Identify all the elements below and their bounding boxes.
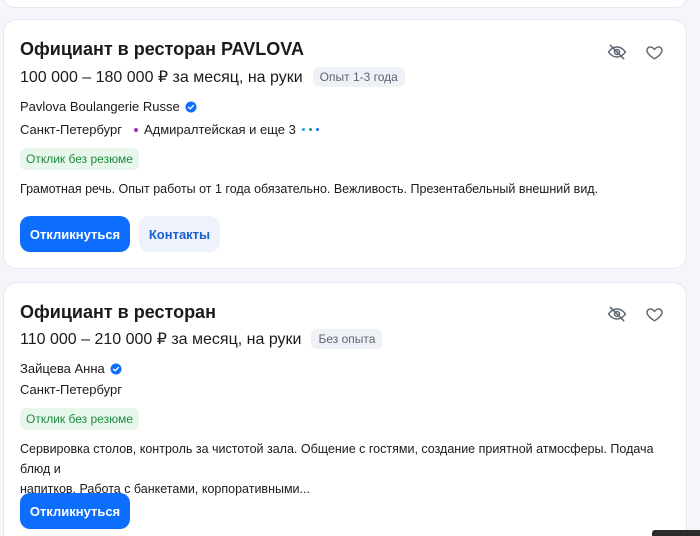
- respond-button[interactable]: Откликнуться: [20, 216, 130, 252]
- salary-row: 110 000 – 210 000 ₽ за месяц, на руки Бе…: [20, 329, 383, 349]
- vacancy-title[interactable]: Официант в ресторан: [20, 302, 216, 323]
- employer-name[interactable]: Pavlova Boulangerie Russe: [20, 99, 180, 114]
- location: Санкт-Петербург: [20, 382, 122, 397]
- vacancy-description: Сервировка столов, контроль за чистотой …: [20, 439, 660, 499]
- no-resume-badge: Отклик без резюме: [20, 148, 139, 170]
- eye-slash-icon[interactable]: [606, 303, 628, 325]
- scroll-overlay: [652, 530, 700, 536]
- vacancy-card-previous: [3, 0, 687, 8]
- experience-badge: Без опыта: [311, 329, 383, 349]
- city: Санкт-Петербург: [20, 122, 122, 137]
- experience-badge: Опыт 1-3 года: [312, 67, 405, 87]
- heart-icon[interactable]: [643, 41, 665, 63]
- vacancy-card: Официант в ресторан 110 000 – 210 000 ₽ …: [3, 282, 687, 536]
- salary: 110 000 – 210 000 ₽ за месяц, на руки: [20, 331, 302, 348]
- salary: 100 000 – 180 000 ₽ за месяц, на руки: [20, 69, 303, 86]
- employer[interactable]: Pavlova Boulangerie Russe: [20, 99, 197, 114]
- metro: Адмиралтейская и еще 3: [143, 122, 296, 137]
- verified-check-icon: [110, 363, 122, 374]
- verified-check-icon: [185, 101, 197, 112]
- metro-dot-icon: [133, 127, 138, 132]
- employer[interactable]: Зайцева Анна: [20, 361, 122, 376]
- more-dots-icon[interactable]: [301, 128, 319, 131]
- eye-slash-icon[interactable]: [606, 41, 628, 63]
- salary-row: 100 000 – 180 000 ₽ за месяц, на руки Оп…: [20, 67, 405, 87]
- no-resume-badge: Отклик без резюме: [20, 408, 139, 430]
- heart-icon[interactable]: [643, 303, 665, 325]
- employer-name[interactable]: Зайцева Анна: [20, 361, 105, 376]
- contacts-button[interactable]: Контакты: [139, 216, 220, 252]
- city: Санкт-Петербург: [20, 382, 122, 397]
- vacancy-card: Официант в ресторан PAVLOVA 100 000 – 18…: [3, 19, 687, 269]
- description-line: Сервировка столов, контроль за чистотой …: [20, 442, 654, 476]
- location: Санкт-Петербург Адмиралтейская и еще 3: [20, 122, 319, 137]
- vacancy-title[interactable]: Официант в ресторан PAVLOVA: [20, 39, 304, 60]
- vacancy-description: Грамотная речь. Опыт работы от 1 года об…: [20, 182, 599, 196]
- respond-button[interactable]: Откликнуться: [20, 493, 130, 529]
